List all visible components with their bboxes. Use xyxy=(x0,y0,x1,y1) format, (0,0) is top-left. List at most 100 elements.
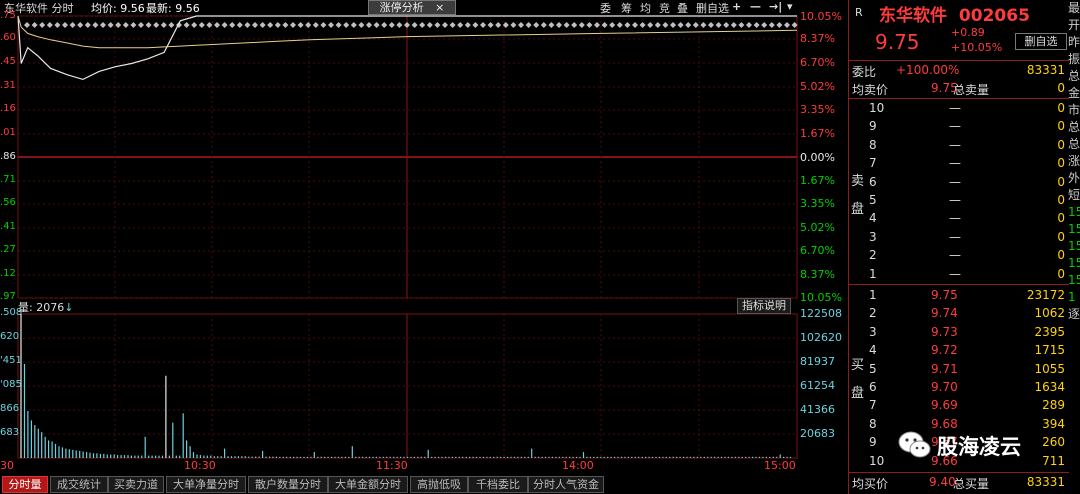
ask-row[interactable]: 7 — 0 xyxy=(849,154,1069,172)
event-marker xyxy=(381,22,388,28)
event-marker xyxy=(464,22,471,28)
summary-label: 15 xyxy=(1068,239,1080,253)
event-marker xyxy=(578,22,585,28)
event-marker xyxy=(84,22,91,28)
event-marker xyxy=(229,22,236,28)
level: 8 xyxy=(869,137,877,152)
level: 10 xyxy=(869,453,885,468)
level-price: — xyxy=(949,193,961,207)
price-tick-left: .75 xyxy=(0,10,16,21)
level: 9 xyxy=(869,119,877,134)
pct-tick-right: 1.67% xyxy=(800,174,835,187)
volume-tick-right: 81937 xyxy=(800,355,835,368)
toolbar-button-3[interactable]: 竞 xyxy=(659,0,670,16)
event-marker xyxy=(373,22,380,28)
quote-summary-column: 最开昨振总金市总总涨外短 15 15 15 15 15 1 逐 xyxy=(1068,0,1080,494)
stock-code: 002065 xyxy=(958,6,1030,26)
avg-price-label: 均价: 9.56 xyxy=(91,2,145,15)
volume-tick-left: 620 xyxy=(0,331,20,342)
ask-row[interactable]: 1 — 0 xyxy=(849,265,1069,283)
event-marker xyxy=(563,22,570,28)
add-icon[interactable]: + xyxy=(732,0,741,13)
limit-up-analysis-tab[interactable]: 涨停分析 × xyxy=(368,0,456,15)
event-marker xyxy=(328,22,334,28)
minimize-icon[interactable]: — xyxy=(750,0,761,13)
summary-label: 总 xyxy=(1068,69,1080,83)
tab-5[interactable]: 大单金额分时 xyxy=(328,476,408,493)
bid-row[interactable]: 4 9.72 1715 xyxy=(849,341,1069,359)
event-marker xyxy=(761,22,768,28)
tab-2[interactable]: 买卖力道 xyxy=(108,476,164,493)
tab-0[interactable]: 分时量 xyxy=(2,476,48,493)
bid-row[interactable]: 2 9.74 1062 xyxy=(849,304,1069,322)
indicator-help-button[interactable]: 指标说明 xyxy=(737,298,791,314)
intraday-chart[interactable]: 东华软件 分时 均价: 9.56 最新: 9.56 涨停分析 × 委筹均竞叠删自… xyxy=(0,0,848,474)
toolbar-button-1[interactable]: 筹 xyxy=(621,0,632,16)
bid-avg-value: 9.40 xyxy=(929,475,956,489)
ask-row[interactable]: 8 — 0 xyxy=(849,136,1069,154)
event-marker xyxy=(594,22,600,28)
current-price: 9.75 xyxy=(875,30,920,54)
tab-6[interactable]: 高抛低吸 xyxy=(410,476,468,493)
toolbar-button-0[interactable]: 委 xyxy=(600,0,611,16)
event-marker xyxy=(616,22,623,28)
event-marker xyxy=(31,22,38,28)
toolbar-button-4[interactable]: 叠 xyxy=(677,0,688,16)
pct-tick-right: 0.00% xyxy=(800,151,835,164)
toolbar-button-5[interactable]: 删自选 xyxy=(696,0,729,16)
level-volume: 289 xyxy=(1042,398,1065,413)
level-volume: 0 xyxy=(1057,174,1065,189)
price-change: +0.89 xyxy=(951,26,985,39)
level-volume: 0 xyxy=(1057,229,1065,244)
ask-row[interactable]: 10 — 0 xyxy=(849,99,1069,117)
r-mark: R xyxy=(855,6,863,19)
bid-row[interactable]: 6 9.70 1634 xyxy=(849,378,1069,396)
pin-right-icon[interactable]: →| xyxy=(769,0,782,13)
ask-row[interactable]: 4 — 0 xyxy=(849,209,1069,227)
tab-1[interactable]: 成交统计 xyxy=(50,476,108,493)
event-marker xyxy=(411,22,418,28)
event-marker xyxy=(130,22,137,28)
ask-row[interactable]: 9 — 0 xyxy=(849,117,1069,135)
ask-row[interactable]: 6 — 0 xyxy=(849,173,1069,191)
level-volume: 0 xyxy=(1057,119,1065,134)
event-marker xyxy=(107,22,114,28)
level-price: 9.71 xyxy=(931,361,958,376)
dropdown-icon[interactable]: ▾ xyxy=(787,0,793,13)
ask-row[interactable]: 2 — 0 xyxy=(849,246,1069,264)
event-marker xyxy=(639,22,646,28)
event-marker xyxy=(221,22,228,28)
event-marker xyxy=(426,22,433,28)
tab-4[interactable]: 散户数量分时 xyxy=(248,476,328,493)
tab-3[interactable]: 大单净量分时 xyxy=(166,476,246,493)
event-marker xyxy=(100,22,106,28)
summary-label: 昨 xyxy=(1068,35,1080,49)
ask-row[interactable]: 3 — 0 xyxy=(849,228,1069,246)
chart-canvas[interactable] xyxy=(0,0,848,474)
summary-label: 最 xyxy=(1068,1,1080,15)
level-price: — xyxy=(949,174,961,189)
event-marker xyxy=(244,22,251,28)
ask-row[interactable]: 5 — 0 xyxy=(849,191,1069,209)
level: 5 xyxy=(869,193,877,207)
level-volume: 1715 xyxy=(1034,343,1065,358)
tab-7[interactable]: 千档委比 xyxy=(468,476,528,493)
close-icon[interactable]: × xyxy=(435,1,444,14)
level-volume: 0 xyxy=(1057,156,1065,171)
bid-row[interactable]: 1 9.75 23172 xyxy=(849,286,1069,304)
bid-row[interactable]: 5 9.71 1055 xyxy=(849,360,1069,378)
pct-tick-right: 3.35% xyxy=(800,103,835,116)
remove-favorite-button[interactable]: 删自选 xyxy=(1015,33,1067,50)
bid-row[interactable]: 7 9.69 289 xyxy=(849,396,1069,414)
level: 9 xyxy=(869,435,877,450)
toolbar-button-2[interactable]: 均 xyxy=(640,0,651,16)
event-marker xyxy=(320,22,327,28)
level-volume: 2395 xyxy=(1034,324,1065,339)
bid-row[interactable]: 3 9.73 2395 xyxy=(849,323,1069,341)
event-marker xyxy=(396,22,403,28)
summary-label: 15 xyxy=(1068,205,1080,219)
volume-tick-left: 866 xyxy=(0,403,20,414)
stock-name: 东华软件 xyxy=(879,6,947,26)
volume-tick-left: .508 xyxy=(0,307,23,318)
tab-8[interactable]: 分时人气资金 xyxy=(528,476,604,493)
